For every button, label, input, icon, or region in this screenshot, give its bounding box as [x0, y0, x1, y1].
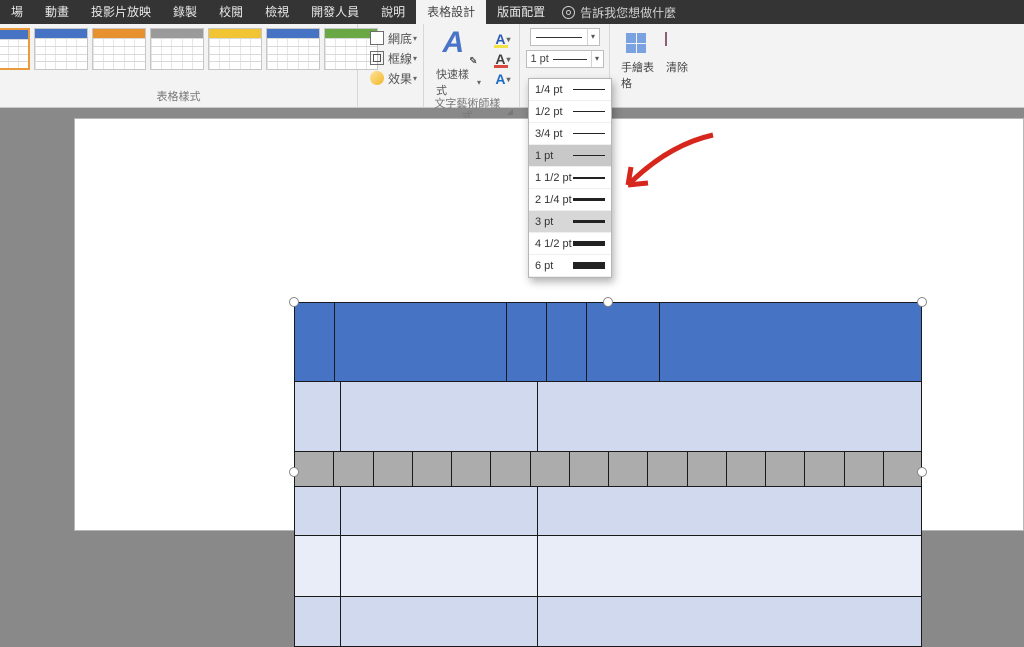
menu-item-record[interactable]: 錄製 — [162, 0, 208, 24]
table-style-thumb[interactable] — [266, 28, 320, 70]
pen-weight-option[interactable]: 3 pt — [529, 211, 611, 233]
menu-item-animation[interactable]: 動畫 — [34, 0, 80, 24]
pen-weight-picker[interactable]: 1 pt▾ — [526, 50, 604, 68]
table-row[interactable] — [294, 451, 922, 486]
table-row[interactable] — [294, 381, 922, 451]
menu-item-view[interactable]: 檢視 — [254, 0, 300, 24]
resize-handle[interactable] — [603, 297, 613, 307]
table-row[interactable] — [294, 535, 922, 596]
table-style-gallery[interactable] — [0, 28, 382, 91]
quickstyle-button[interactable]: A✎ 快速樣式▾ — [430, 28, 487, 98]
group-tools: 手繪表格 清除 — [610, 24, 700, 107]
text-outline-button[interactable]: A▾ — [493, 50, 513, 68]
table-row[interactable] — [294, 596, 922, 647]
effects-button[interactable]: 效果▾ — [370, 68, 417, 88]
shading-button[interactable]: 網底▾ — [370, 28, 417, 48]
bulb-icon — [562, 6, 575, 19]
table-style-thumb[interactable] — [92, 28, 146, 70]
pen-weight-option[interactable]: 1 1/2 pt — [529, 167, 611, 189]
pen-weight-option[interactable]: 4 1/2 pt — [529, 233, 611, 255]
table-style-thumb[interactable] — [150, 28, 204, 70]
table-object[interactable] — [294, 302, 922, 647]
menu-item-developer[interactable]: 開發人員 — [300, 0, 370, 24]
pen-weight-option[interactable]: 1/4 pt — [529, 79, 611, 101]
pen-weight-option[interactable]: 1 pt — [529, 145, 611, 167]
menu-item-review[interactable]: 校閱 — [208, 0, 254, 24]
resize-handle[interactable] — [289, 467, 299, 477]
menu-item-table-design[interactable]: 表格設計 — [416, 0, 486, 24]
ribbon-table-design: 表格樣式 網底▾ 框線▾ 效果▾ A✎ 快速樣式▾ A▾ A▾ A▾ 文字藝術師… — [0, 24, 1024, 108]
resize-handle[interactable] — [289, 297, 299, 307]
menu-item-slideshow[interactable]: 投影片放映 — [80, 0, 162, 24]
pen-weight-option[interactable]: 3/4 pt — [529, 123, 611, 145]
menu-bar: 場 動畫 投影片放映 錄製 校閱 檢視 開發人員 說明 表格設計 版面配置 告訴… — [0, 0, 1024, 24]
group-wordart: A✎ 快速樣式▾ A▾ A▾ A▾ 文字藝術師樣式◢ — [424, 24, 520, 107]
table-style-thumb[interactable] — [0, 28, 30, 70]
group-shading-borders: 網底▾ 框線▾ 效果▾ — [358, 24, 424, 107]
text-fill-button[interactable]: A▾ — [493, 30, 513, 48]
pen-weight-option[interactable]: 2 1/4 pt — [529, 189, 611, 211]
resize-handle[interactable] — [917, 467, 927, 477]
menu-item-transition[interactable]: 場 — [0, 0, 34, 24]
pen-weight-dropdown: 1/4 pt1/2 pt3/4 pt1 pt1 1/2 pt2 1/4 pt3 … — [528, 78, 612, 278]
borders-button[interactable]: 框線▾ — [370, 48, 417, 68]
group-table-styles: 表格樣式 — [0, 24, 358, 107]
pen-weight-option[interactable]: 6 pt — [529, 255, 611, 277]
eraser-button[interactable]: 清除 — [660, 31, 694, 104]
text-effects-button[interactable]: A▾ — [493, 70, 513, 88]
table-style-thumb[interactable] — [208, 28, 262, 70]
menu-item-layout[interactable]: 版面配置 — [486, 0, 556, 24]
menu-item-help[interactable]: 說明 — [370, 0, 416, 24]
pen-weight-option[interactable]: 1/2 pt — [529, 101, 611, 123]
draw-table-button[interactable]: 手繪表格 — [616, 31, 660, 104]
group-label-styles: 表格樣式 — [157, 91, 201, 106]
resize-handle[interactable] — [917, 297, 927, 307]
table-row-header[interactable] — [294, 302, 922, 381]
tell-me-search[interactable]: 告訴我您想做什麼 — [562, 4, 676, 21]
table-style-thumb[interactable] — [34, 28, 88, 70]
table-row[interactable] — [294, 486, 922, 535]
pen-style-picker[interactable]: ▾ — [530, 28, 600, 46]
